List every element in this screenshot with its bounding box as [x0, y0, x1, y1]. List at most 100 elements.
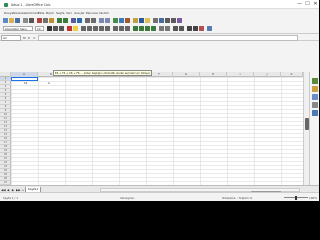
- menu-help[interactable]: Yardım: [99, 11, 109, 15]
- decrease-indent-icon[interactable]: [179, 25, 184, 31]
- next-sheet-button[interactable]: ▶: [11, 188, 15, 192]
- column-icon[interactable]: [91, 17, 96, 23]
- open-folder-icon[interactable]: [9, 17, 14, 23]
- number-format-icon[interactable]: [145, 25, 150, 31]
- find-icon[interactable]: [71, 17, 76, 23]
- formula-input[interactable]: [38, 35, 298, 41]
- currency-format-icon[interactable]: [133, 25, 138, 31]
- cell-tooltip: E4 + F4 + C6 + F6 … sütun başlığını otom…: [53, 70, 153, 76]
- border-color-icon[interactable]: [199, 25, 204, 31]
- comment-icon[interactable]: [145, 17, 150, 23]
- sum-status: Ortalama: ; Toplam: 0: [222, 195, 253, 200]
- first-sheet-button[interactable]: ◀◀: [1, 188, 6, 192]
- freeze-panes-icon[interactable]: [165, 17, 170, 23]
- align-right-icon[interactable]: [93, 25, 98, 31]
- pivot-table-icon[interactable]: [125, 17, 130, 23]
- formula-button[interactable]: =: [33, 36, 36, 40]
- menu-bar: Dosya Düzenle Görünüm Ekle Biçim Sayfa V…: [0, 9, 319, 16]
- formatting-toolbar: Liberation Sans 10: [0, 24, 319, 33]
- special-character-icon[interactable]: [133, 17, 138, 23]
- menu-file[interactable]: Dosya: [4, 11, 13, 15]
- menu-edit[interactable]: Düzenle: [13, 11, 25, 15]
- sidebar-deck: [309, 72, 319, 185]
- sum-button[interactable]: Σ: [28, 36, 30, 40]
- last-sheet-button[interactable]: ▶▶: [16, 188, 21, 192]
- export-pdf-icon[interactable]: [23, 17, 28, 23]
- autofilter-icon[interactable]: [105, 17, 110, 23]
- increase-indent-icon[interactable]: [173, 25, 178, 31]
- print-icon[interactable]: [29, 17, 34, 23]
- menu-data[interactable]: Veri: [66, 11, 72, 15]
- image-icon[interactable]: [113, 17, 118, 23]
- bold-icon[interactable]: [47, 25, 52, 31]
- conditional-format-icon[interactable]: [207, 25, 212, 31]
- sort-icon[interactable]: [99, 17, 104, 23]
- cell-c2[interactable]: A: [48, 82, 50, 85]
- wrap-text-icon[interactable]: [99, 25, 104, 31]
- add-decimal-icon[interactable]: [159, 25, 164, 31]
- split-window-icon[interactable]: [171, 17, 176, 23]
- standard-toolbar: [0, 16, 319, 24]
- title-bar: Adsız 1 - LibreOffice Calc — ☐ ✕: [0, 0, 319, 9]
- horizontal-scrollbar[interactable]: [100, 187, 300, 194]
- align-top-icon[interactable]: [113, 25, 118, 31]
- underline-icon[interactable]: [59, 25, 64, 31]
- delete-decimal-icon[interactable]: [165, 25, 170, 31]
- properties-icon[interactable]: [312, 78, 318, 84]
- cell-grid[interactable]: [11, 77, 303, 185]
- zoom-slider-knob[interactable]: [295, 195, 297, 200]
- menu-view[interactable]: Görünüm: [25, 11, 39, 15]
- menu-tools[interactable]: Araçlar: [74, 11, 85, 15]
- zoom-level[interactable]: 100%: [309, 196, 317, 200]
- row-icon[interactable]: [85, 17, 90, 23]
- borders-icon[interactable]: [187, 25, 192, 31]
- function-wizard-button[interactable]: fx: [23, 36, 26, 40]
- percent-format-icon[interactable]: [139, 25, 144, 31]
- define-print-area-icon[interactable]: [159, 17, 164, 23]
- merge-cells-icon[interactable]: [105, 25, 110, 31]
- name-box[interactable]: A1: [1, 35, 21, 41]
- navigator-icon[interactable]: [312, 102, 318, 108]
- copy-icon[interactable]: [43, 17, 48, 23]
- close-button[interactable]: ✕: [312, 1, 319, 8]
- menu-format[interactable]: Biçim: [46, 11, 54, 15]
- menu-window[interactable]: Pencere: [86, 11, 98, 15]
- font-size-combo[interactable]: 10: [35, 25, 44, 31]
- gallery-icon[interactable]: [312, 94, 318, 100]
- status-bar: Sayfa 1 / 1 Varsayılan Ortalama: ; Topla…: [0, 192, 319, 201]
- active-cell-a1[interactable]: [11, 77, 38, 81]
- show-draw-functions-icon[interactable]: [177, 17, 182, 23]
- undo-icon[interactable]: [57, 17, 62, 23]
- date-format-icon[interactable]: [151, 25, 156, 31]
- italic-icon[interactable]: [53, 25, 58, 31]
- previous-sheet-button[interactable]: ◀: [6, 188, 10, 192]
- functions-icon[interactable]: [312, 110, 318, 116]
- font-color-icon[interactable]: [67, 25, 72, 31]
- font-name-combo[interactable]: Liberation Sans: [3, 25, 33, 31]
- minimize-button[interactable]: —: [296, 1, 303, 8]
- page-style-status[interactable]: Varsayılan: [120, 196, 134, 200]
- align-center-icon[interactable]: [87, 25, 92, 31]
- redo-icon[interactable]: [63, 17, 68, 23]
- align-left-icon[interactable]: [81, 25, 86, 31]
- maximize-button[interactable]: ☐: [304, 1, 311, 8]
- align-middle-icon[interactable]: [119, 25, 124, 31]
- paste-icon[interactable]: [49, 17, 54, 23]
- new-document-icon[interactable]: [3, 17, 8, 23]
- spelling-icon[interactable]: [77, 17, 82, 23]
- save-icon[interactable]: [15, 17, 20, 23]
- align-bottom-icon[interactable]: [125, 25, 130, 31]
- cut-icon[interactable]: [37, 17, 42, 23]
- calc-window: Adsız 1 - LibreOffice Calc — ☐ ✕ Dosya D…: [0, 0, 319, 201]
- hyperlink-icon[interactable]: [139, 17, 144, 23]
- menu-insert[interactable]: Ekle: [38, 11, 44, 15]
- border-style-icon[interactable]: [193, 25, 198, 31]
- headers-footers-icon[interactable]: [153, 17, 158, 23]
- cell-a2[interactable]: 10: [24, 82, 27, 85]
- background-color-icon[interactable]: [73, 25, 78, 31]
- row-headers: 1 2 3 4 5 6 7 8 9 10 11 12 13 14 15 16 1…: [0, 77, 11, 185]
- chart-icon[interactable]: [119, 17, 124, 23]
- menu-sheet[interactable]: Sayfa: [56, 11, 64, 15]
- styles-icon[interactable]: [312, 86, 318, 92]
- sheet-tab-bar: ◀◀ ◀ ▶ ▶▶ + Sayfa1: [0, 185, 319, 194]
